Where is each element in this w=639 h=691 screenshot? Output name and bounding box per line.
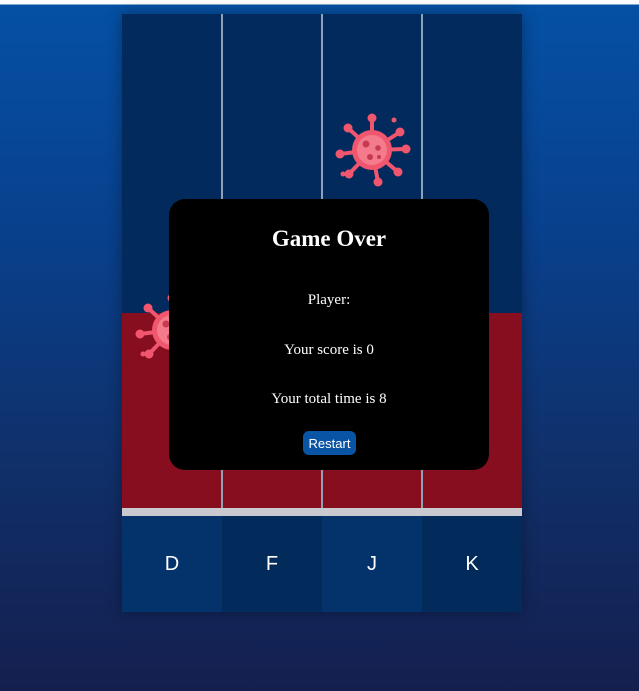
lane-key-j[interactable]: J [322,516,422,612]
dialog-title: Game Over [271,226,387,251]
player-label: Player: [307,292,351,308]
restart-button[interactable]: Restart [303,431,356,455]
lane-key-d[interactable]: D [122,516,222,612]
key-label: K [465,552,479,575]
hit-line [122,508,522,516]
lane-key-f[interactable]: F [222,516,322,612]
key-label: F [265,552,279,575]
time-text: Your total time is 8 [271,391,387,407]
lane-key-k[interactable]: K [422,516,522,612]
key-label: D [164,552,180,575]
key-label: J [367,552,377,575]
virus-icon [335,113,411,187]
score-text: Your score is 0 [284,342,374,358]
key-row: D F J K [122,516,522,612]
game-over-dialog: Game Over Player: Your score is 0 Your t… [169,199,489,470]
